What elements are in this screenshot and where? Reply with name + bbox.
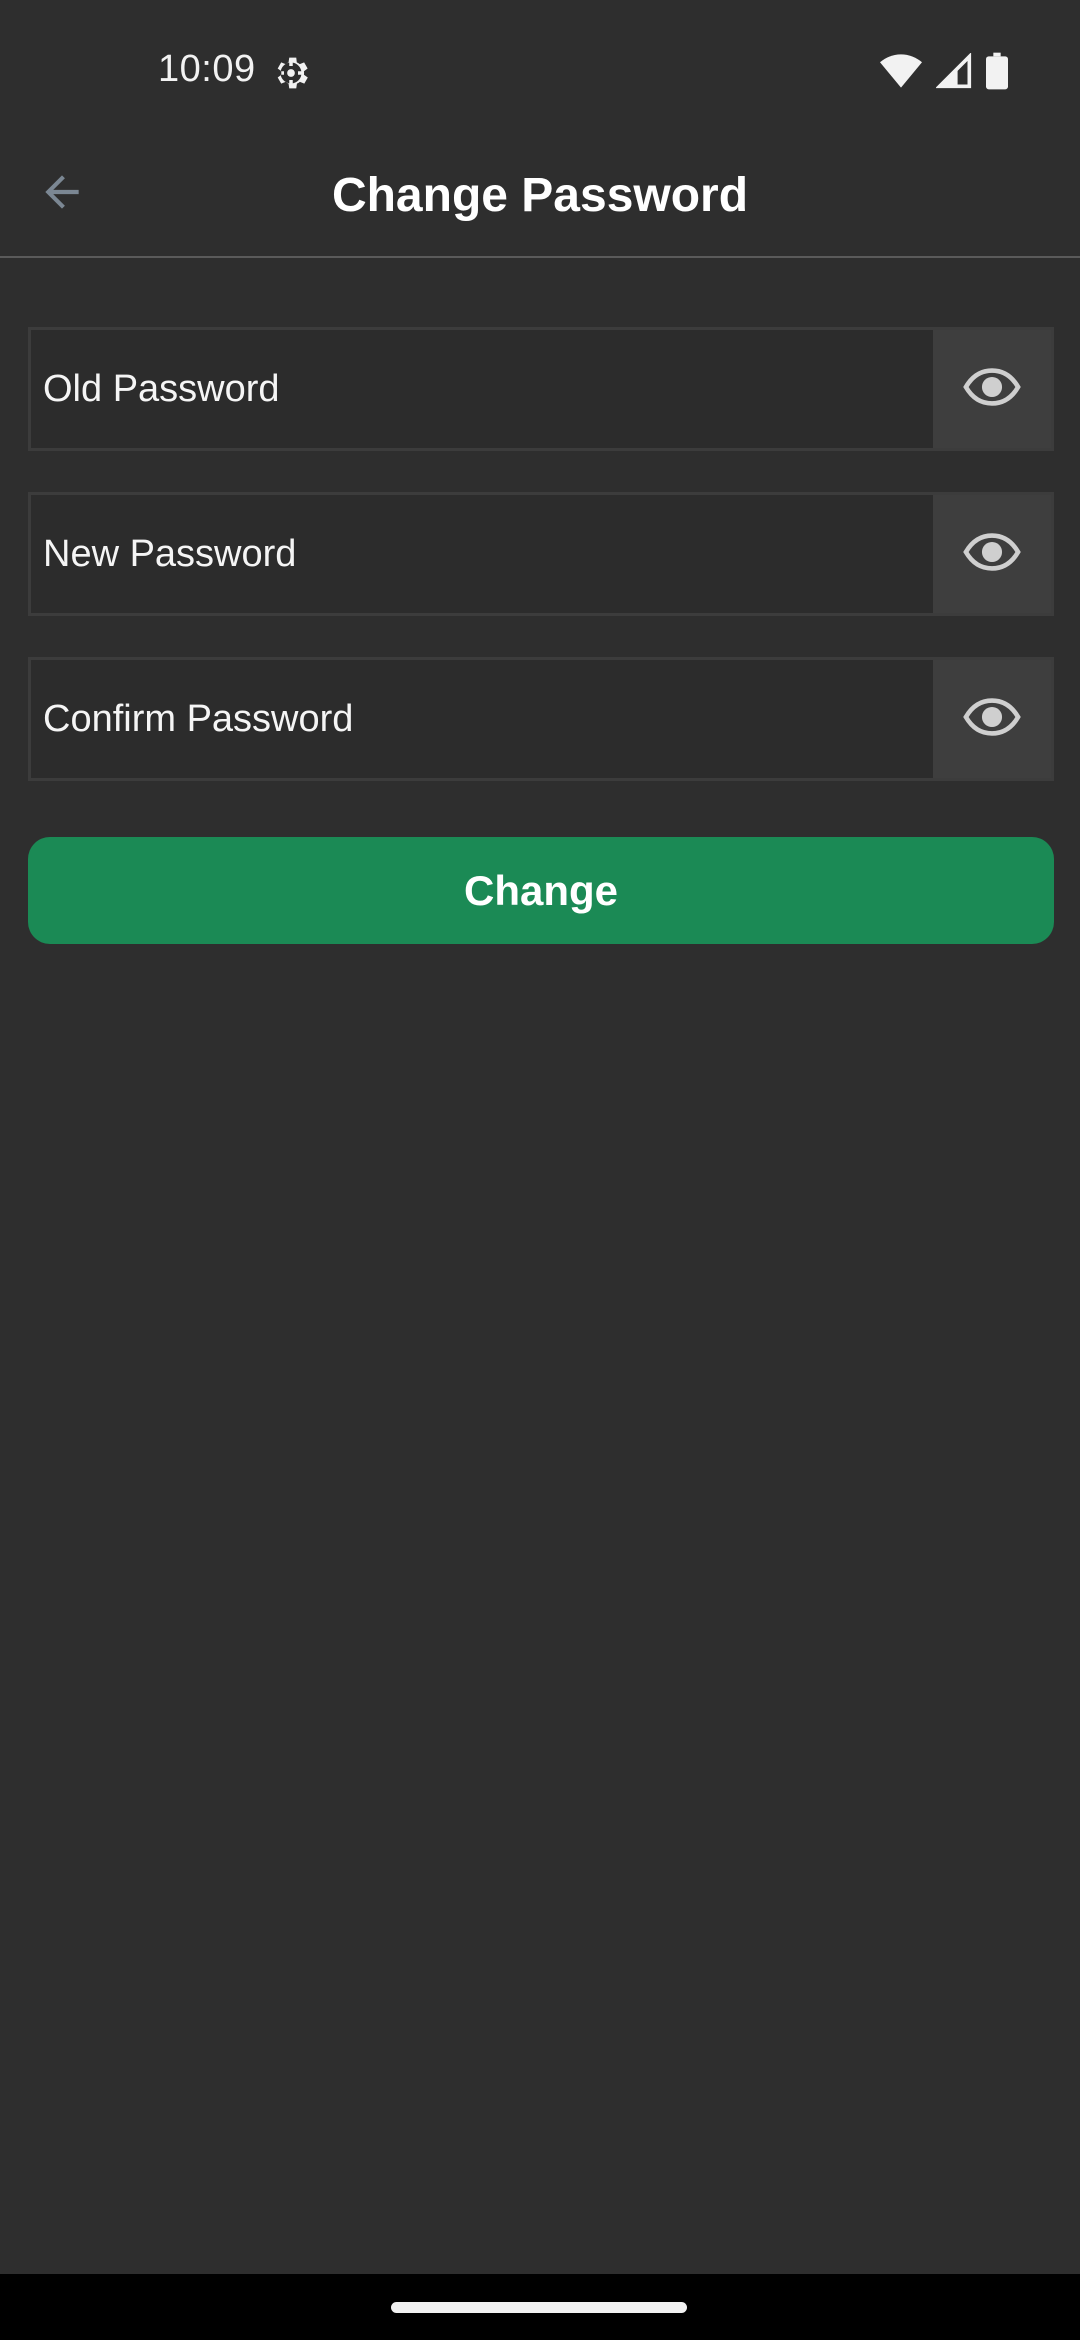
eye-icon — [963, 532, 1021, 577]
status-bar: 10:09 — [0, 0, 1080, 130]
battery-icon — [986, 52, 1008, 95]
confirm-password-input[interactable] — [31, 660, 933, 778]
page-title: Change Password — [331, 169, 749, 222]
cellular-signal-icon — [935, 52, 972, 94]
new-password-input[interactable] — [31, 495, 933, 613]
settings-gear-icon — [270, 52, 312, 94]
toggle-confirm-password-visibility-button[interactable] — [933, 660, 1051, 778]
eye-icon — [963, 367, 1021, 412]
confirm-password-field — [28, 657, 1054, 781]
toggle-old-password-visibility-button[interactable] — [933, 330, 1051, 448]
status-time: 10:09 — [158, 48, 256, 90]
eye-icon — [963, 697, 1021, 742]
home-gesture-handle[interactable] — [391, 2302, 687, 2313]
app-bar: Change Password — [0, 130, 1080, 258]
new-password-field — [28, 492, 1054, 616]
old-password-input[interactable] — [31, 330, 933, 448]
toggle-new-password-visibility-button[interactable] — [933, 495, 1051, 613]
navigation-bar — [0, 2274, 1080, 2340]
status-icons — [880, 52, 1008, 95]
wifi-icon — [880, 54, 922, 93]
change-button[interactable]: Change — [28, 837, 1054, 944]
change-password-screen: 10:09 Change Password Change — [0, 0, 1080, 2340]
old-password-field — [28, 327, 1054, 451]
